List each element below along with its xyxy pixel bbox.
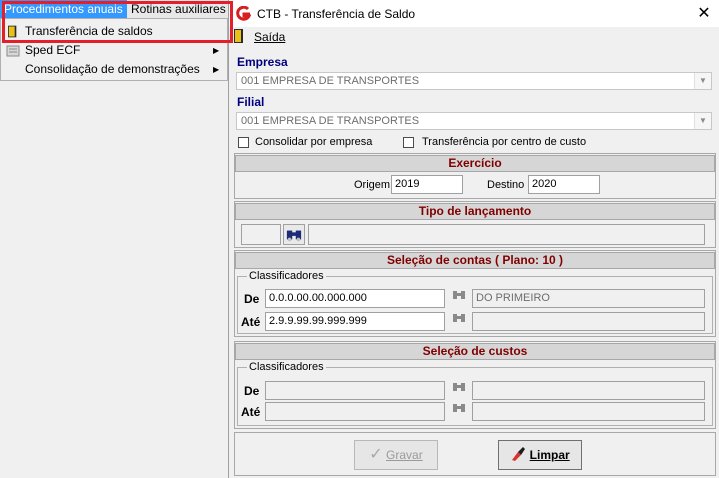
binoculars-icon[interactable] — [449, 289, 469, 309]
check-icon: ✓ — [369, 446, 383, 463]
tipo-desc-field — [308, 224, 705, 245]
menu-saida[interactable]: Saída — [254, 30, 285, 44]
de-desc-field: DO PRIMEIRO — [472, 289, 705, 308]
consolidar-label: Consolidar por empresa — [255, 136, 373, 148]
de-custos-label: De — [244, 384, 260, 398]
limpar-button[interactable]: Limpar — [498, 440, 582, 470]
submenu-arrow-icon: ▶ — [213, 46, 220, 55]
menu-item-label: Consolidação de demonstrações — [25, 62, 200, 76]
de-input[interactable]: 0.0.0.00.00.000.000 — [265, 289, 445, 308]
menu-item-consolidacao[interactable]: Consolidação de demonstrações ▶ — [3, 60, 225, 79]
empresa-label: Empresa — [237, 55, 288, 69]
window-menubar: Saída — [229, 27, 719, 47]
contas-title: Seleção de contas ( Plano: 10 ) — [235, 252, 715, 269]
document-stack-icon — [6, 45, 20, 57]
ate-custos-label: Até — [241, 405, 261, 419]
transferencia-cc-label: Transferência por centro de custo — [422, 136, 587, 148]
filial-value: 001 EMPRESA DE TRANSPORTES — [241, 115, 420, 127]
ate-custos-input[interactable] — [265, 402, 445, 421]
chevron-down-icon[interactable]: ▼ — [694, 113, 711, 129]
transfer-window: CTB - Transferência de Saldo ✕ Saída Emp… — [228, 0, 719, 478]
ate-custos-desc — [472, 402, 705, 421]
app-logo-icon — [236, 6, 251, 21]
ate-desc-field — [472, 312, 705, 331]
empresa-select[interactable]: 001 EMPRESA DE TRANSPORTES ▼ — [236, 72, 712, 90]
chevron-down-icon[interactable]: ▼ — [694, 73, 711, 89]
filial-select[interactable]: 001 EMPRESA DE TRANSPORTES ▼ — [236, 112, 712, 130]
window-title: CTB - Transferência de Saldo — [257, 7, 416, 21]
tipo-lancamento-title: Tipo de lançamento — [235, 203, 715, 220]
eraser-brush-icon — [512, 447, 526, 461]
submenu-arrow-icon: ▶ — [213, 65, 220, 74]
consolidar-checkbox[interactable] — [238, 137, 249, 148]
empresa-value: 001 EMPRESA DE TRANSPORTES — [241, 75, 420, 87]
binoculars-icon[interactable] — [449, 381, 469, 401]
annotation-highlight-box — [2, 1, 233, 43]
exercicio-title: Exercício — [235, 155, 715, 172]
menu-item-label: Sped ECF — [25, 43, 81, 57]
filial-label: Filial — [237, 95, 265, 109]
custos-title: Seleção de custos — [235, 343, 715, 360]
tipo-search-button[interactable] — [283, 224, 305, 245]
tipo-code-input[interactable] — [241, 224, 281, 245]
gravar-button[interactable]: ✓ Gravar — [354, 440, 438, 470]
binoculars-icon — [286, 230, 302, 242]
gravar-label: Gravar — [386, 448, 423, 462]
exit-door-icon — [234, 29, 243, 43]
ate-label: Até — [241, 315, 261, 329]
de-custos-desc — [472, 381, 705, 400]
button-panel — [234, 432, 716, 476]
limpar-label: Limpar — [529, 448, 570, 462]
menu-saida-label: Saída — [254, 30, 286, 44]
destino-label: Destino — [487, 179, 525, 191]
origem-label: Origem — [354, 179, 391, 191]
binoculars-icon[interactable] — [449, 312, 469, 332]
transferencia-cc-checkbox[interactable] — [403, 137, 414, 148]
menu-item-sped-ecf[interactable]: Sped ECF ▶ — [3, 41, 225, 60]
binoculars-icon[interactable] — [449, 402, 469, 422]
de-label: De — [244, 292, 260, 306]
destino-input[interactable]: 2020 — [528, 175, 600, 194]
de-custos-input[interactable] — [265, 381, 445, 400]
ate-input[interactable]: 2.9.9.99.99.999.999 — [265, 312, 445, 331]
origem-input[interactable]: 2019 — [391, 175, 463, 194]
classificadores-label: Classificadores — [247, 270, 326, 282]
title-bar: CTB - Transferência de Saldo ✕ — [229, 0, 719, 30]
close-icon[interactable]: ✕ — [695, 4, 713, 24]
classificadores-label: Classificadores — [247, 361, 326, 373]
